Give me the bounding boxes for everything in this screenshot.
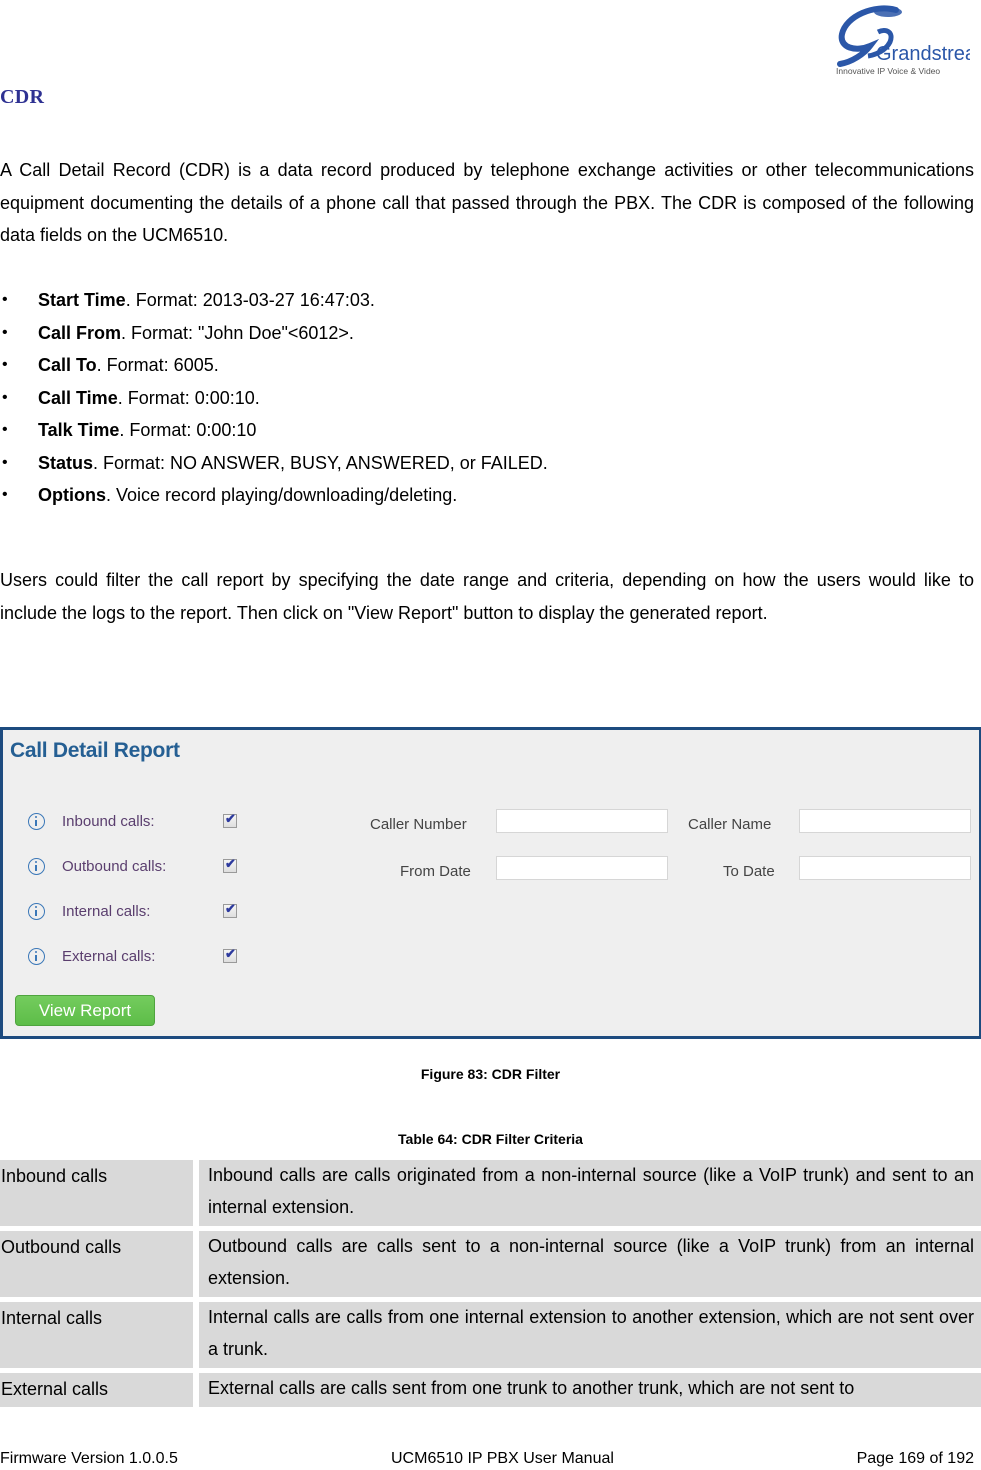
field-name: Status bbox=[38, 452, 94, 473]
logo-tagline: Innovative IP Voice & Video bbox=[836, 66, 940, 76]
info-icon[interactable] bbox=[28, 857, 45, 875]
filter-external: External calls: ✔ bbox=[28, 945, 237, 967]
list-item: • Options. Voice record playing/downloadi… bbox=[0, 479, 548, 512]
external-checkbox[interactable]: ✔ bbox=[223, 946, 237, 963]
view-report-button[interactable]: View Report bbox=[15, 995, 155, 1026]
panel-title: Call Detail Report bbox=[10, 739, 180, 762]
info-icon[interactable] bbox=[28, 947, 45, 965]
field-name: Talk Time bbox=[38, 420, 120, 440]
info-icon[interactable] bbox=[28, 812, 45, 830]
field-desc: . Format: 2013-03-27 16:47:03. bbox=[125, 290, 375, 310]
field-name: Start Time bbox=[38, 290, 126, 310]
outbound-checkbox[interactable]: ✔ bbox=[223, 856, 237, 873]
list-item: • Start Time. Format: 2013-03-27 16:47:03… bbox=[0, 284, 548, 317]
check-icon: ✔ bbox=[225, 811, 236, 826]
cdr-filter-panel: Call Detail Report Inbound calls: ✔ Outb… bbox=[0, 727, 981, 1039]
caller-name-label: Caller Name bbox=[688, 816, 772, 833]
bullet-icon: • bbox=[2, 356, 8, 373]
list-item: • Talk Time. Format: 0:00:10 bbox=[0, 414, 548, 447]
field-desc: . Format: 0:00:10 bbox=[119, 420, 257, 440]
check-icon: ✔ bbox=[225, 856, 236, 871]
grandstream-logo: Grandstream Innovative IP Voice & Video bbox=[834, 2, 970, 80]
inbound-checkbox[interactable]: ✔ bbox=[223, 811, 237, 828]
bullet-icon: • bbox=[2, 486, 8, 503]
table-caption: Table 64: CDR Filter Criteria bbox=[398, 1131, 583, 1147]
filter-label: Internal calls: bbox=[62, 902, 151, 920]
bullet-icon: • bbox=[2, 291, 8, 308]
field-name: Call Time bbox=[38, 387, 118, 408]
table-cell-key: Inbound calls bbox=[0, 1160, 193, 1226]
internal-checkbox[interactable]: ✔ bbox=[223, 901, 237, 918]
filter-label: External calls: bbox=[62, 947, 156, 965]
table-cell-key: Outbound calls bbox=[0, 1231, 193, 1297]
table-cell-value: Inbound calls are calls originated from … bbox=[199, 1160, 981, 1226]
caller-number-input[interactable] bbox=[496, 809, 668, 833]
caller-name-input[interactable] bbox=[799, 809, 971, 833]
field-desc: . Voice record playing/downloading/delet… bbox=[106, 485, 458, 505]
field-name: Call To bbox=[38, 355, 97, 375]
bullet-icon: • bbox=[2, 323, 8, 341]
check-icon: ✔ bbox=[225, 946, 236, 961]
logo-icon: Grandstream Innovative IP Voice & Video bbox=[836, 5, 970, 76]
field-desc: . Format: 6005. bbox=[96, 355, 219, 375]
cdr-intro-paragraph: A Call Detail Record (CDR) is a data rec… bbox=[0, 160, 974, 245]
bullet-icon: • bbox=[2, 453, 8, 471]
list-item: • Call From. Format: "John Doe"<6012>. bbox=[0, 317, 548, 350]
logo-wordmark: Grandstream bbox=[876, 43, 970, 65]
manual-title: UCM6510 IP PBX User Manual bbox=[391, 1450, 614, 1467]
to-date-input[interactable] bbox=[799, 856, 971, 880]
filter-label: Outbound calls: bbox=[62, 857, 167, 875]
field-desc: . Format: "John Doe"<6012>. bbox=[121, 322, 354, 343]
list-item: • Call To. Format: 6005. bbox=[0, 349, 548, 382]
filter-instructions-paragraph: Users could filter the call report by sp… bbox=[0, 570, 974, 623]
list-item: • Status. Format: NO ANSWER, BUSY, ANSWER… bbox=[0, 447, 548, 480]
figure-caption: Figure 83: CDR Filter bbox=[420, 1066, 561, 1082]
table-cell-value: Internal calls are calls from one intern… bbox=[199, 1302, 981, 1368]
firmware-version: Firmware Version 1.0.0.5 bbox=[0, 1450, 178, 1467]
table-cell-key: Internal calls bbox=[0, 1302, 193, 1368]
filter-inbound: Inbound calls: ✔ bbox=[28, 810, 237, 832]
filter-label: Inbound calls: bbox=[62, 812, 155, 830]
field-desc: . Format: 0:00:10. bbox=[117, 387, 260, 408]
info-icon[interactable] bbox=[28, 902, 45, 920]
filter-outbound: Outbound calls: ✔ bbox=[28, 855, 237, 877]
check-icon: ✔ bbox=[225, 901, 236, 916]
field-desc: . Format: NO ANSWER, BUSY, ANSWERED, or … bbox=[93, 452, 548, 473]
table-cell-value: Outbound calls are calls sent to a non-i… bbox=[199, 1231, 981, 1297]
caller-number-label: Caller Number bbox=[370, 816, 467, 833]
field-name: Call From bbox=[38, 322, 122, 343]
from-date-input[interactable] bbox=[496, 856, 668, 880]
filter-internal: Internal calls: ✔ bbox=[28, 900, 237, 922]
cdr-field-list: • Start Time. Format: 2013-03-27 16:47:03… bbox=[0, 284, 548, 512]
list-item: • Call Time. Format: 0:00:10. bbox=[0, 382, 548, 415]
bullet-icon: • bbox=[2, 388, 8, 406]
to-date-label: To Date bbox=[723, 863, 775, 880]
table-cell-value: External calls are calls sent from one t… bbox=[199, 1373, 981, 1407]
section-title: CDR bbox=[0, 86, 45, 108]
from-date-label: From Date bbox=[400, 863, 471, 880]
page-number: Page 169 of 192 bbox=[856, 1450, 974, 1467]
table-cell-key: External calls bbox=[0, 1373, 193, 1407]
bullet-icon: • bbox=[2, 421, 8, 438]
field-name: Options bbox=[38, 485, 106, 505]
